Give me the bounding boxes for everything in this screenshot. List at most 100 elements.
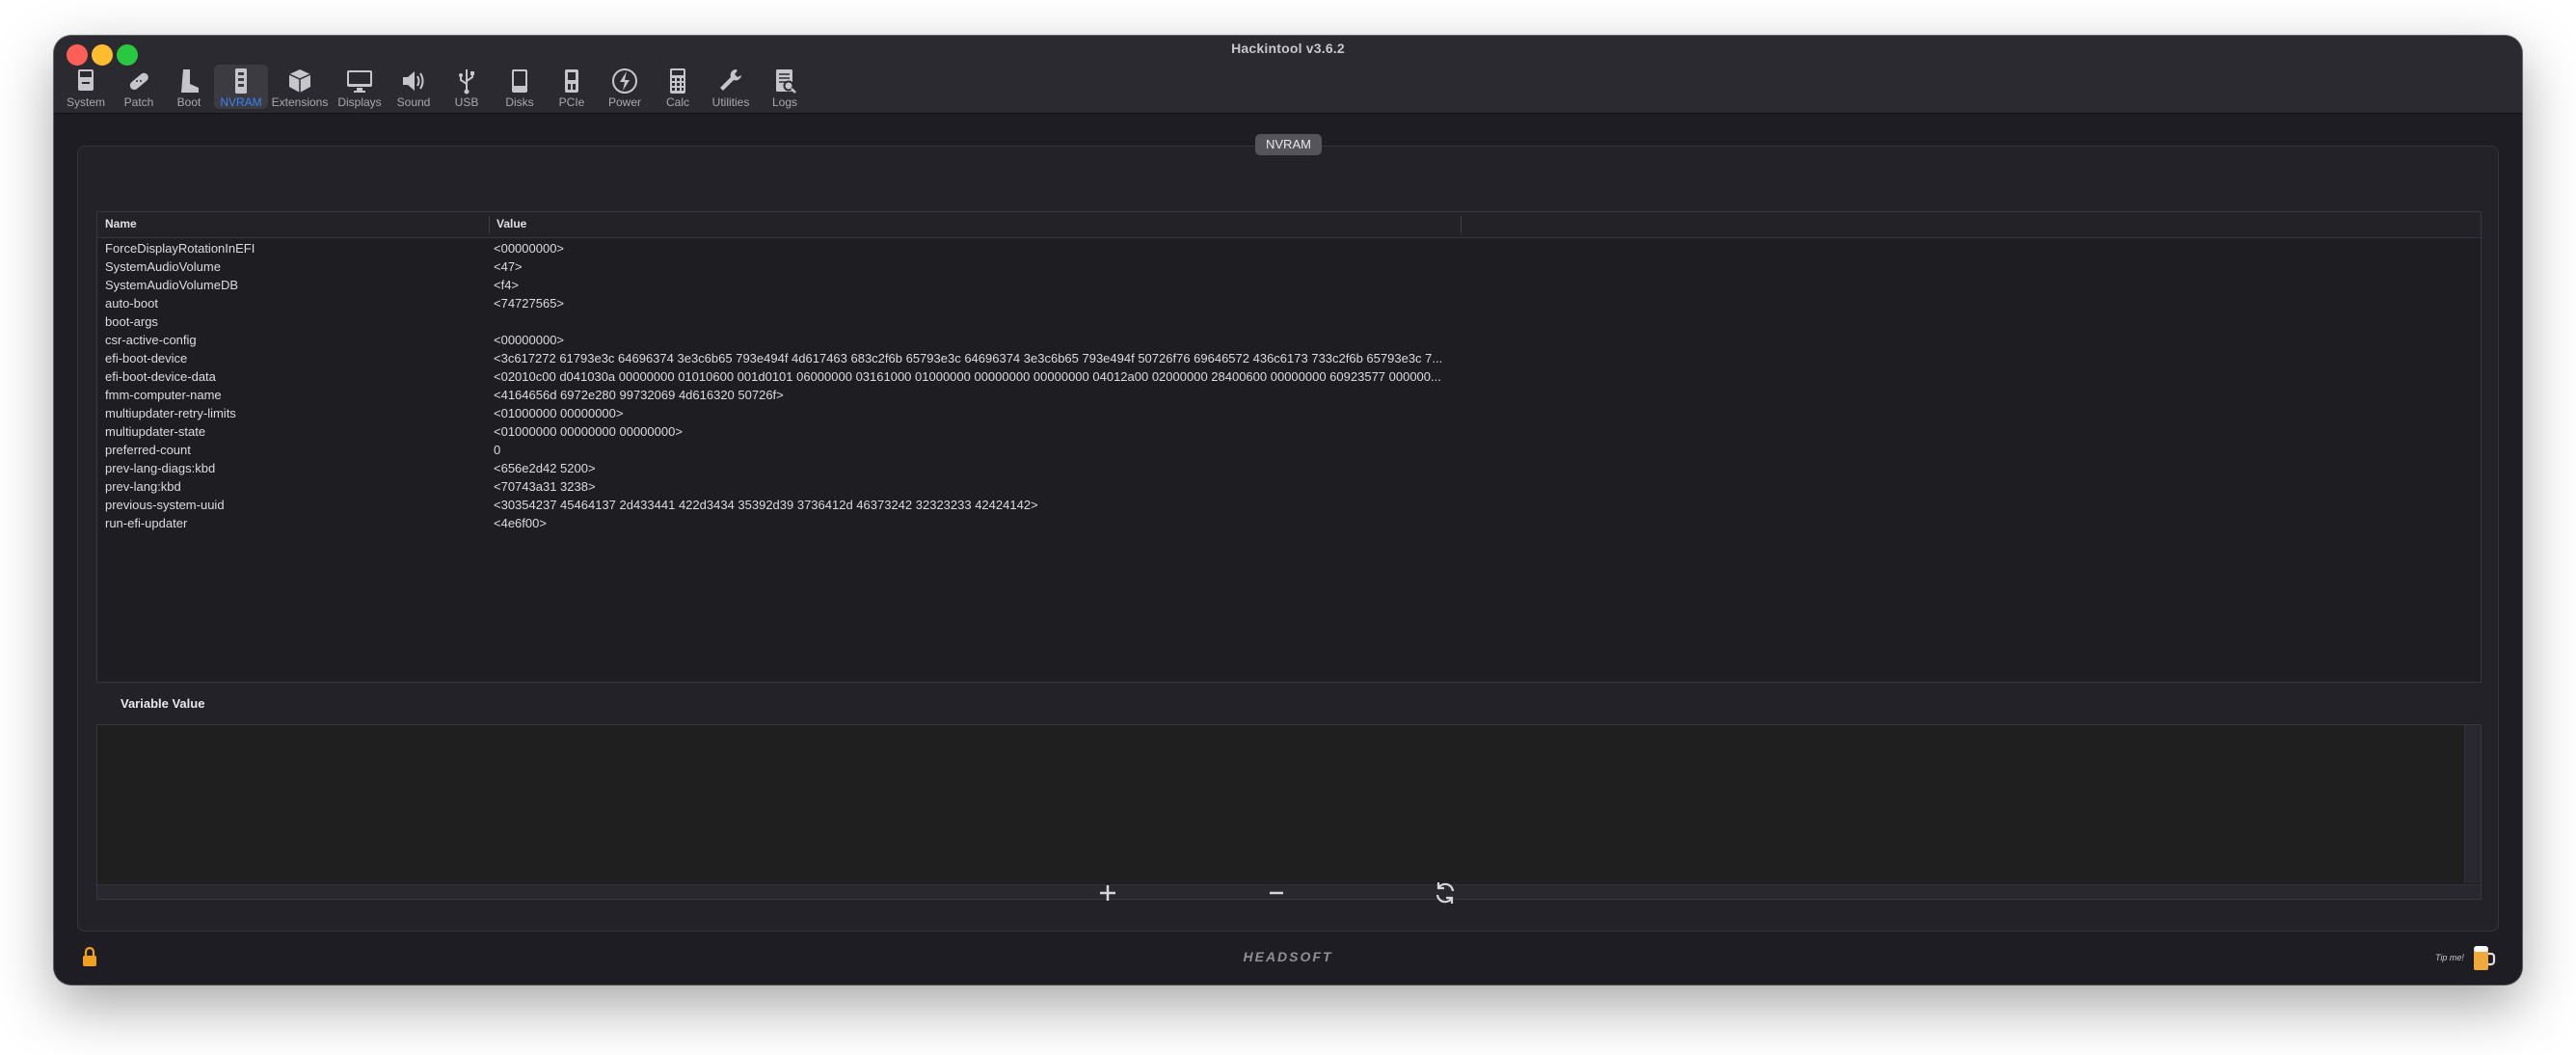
toolbar-displays[interactable]: Displays xyxy=(332,65,388,109)
toolbar-disks[interactable]: Disks xyxy=(494,65,546,109)
cell-value: <4e6f00> xyxy=(494,516,547,530)
extensions-icon xyxy=(285,68,314,95)
toolbar-boot[interactable]: Boot xyxy=(164,65,214,109)
refresh-icon xyxy=(1436,882,1455,904)
cell-name: multiupdater-retry-limits xyxy=(105,406,236,420)
cell-name: SystemAudioVolumeDB xyxy=(105,278,239,292)
logs-icon xyxy=(770,68,799,95)
cell-name: boot-args xyxy=(105,314,158,329)
cell-value: <01000000 00000000> xyxy=(494,406,624,420)
table-row[interactable]: multiupdater-retry-limits <01000000 00000… xyxy=(97,404,2481,422)
cell-name: prev-lang-diags:kbd xyxy=(105,461,216,475)
beer-icon xyxy=(2474,946,2496,970)
cell-value: <00000000> xyxy=(494,333,565,347)
cell-value: <f4> xyxy=(494,278,520,292)
column-header-value[interactable]: Value xyxy=(496,217,526,230)
variable-value-label: Variable Value xyxy=(121,696,205,711)
table-row[interactable]: prev-lang-diags:kbd <656e2d42 5200> xyxy=(97,459,2481,477)
boot-icon xyxy=(174,68,203,95)
cell-name: fmm-computer-name xyxy=(105,388,222,402)
toolbar-usb[interactable]: USB xyxy=(440,65,494,109)
pcie-icon xyxy=(557,68,586,95)
nvram-group-title: NVRAM xyxy=(1255,134,1322,155)
column-header-name[interactable]: Name xyxy=(105,217,137,230)
nvram-content: Variable Value NVRAM Name Value ForceDis… xyxy=(54,114,2522,985)
titlebar: Hackintool v3.6.2 System Patch Boot NVRA… xyxy=(54,36,2522,114)
variable-value-field[interactable] xyxy=(96,724,2482,900)
toolbar-calc[interactable]: Calc xyxy=(652,65,704,109)
cell-name: csr-active-config xyxy=(105,333,197,347)
cell-value: <47> xyxy=(494,259,523,274)
column-separator[interactable] xyxy=(489,216,490,233)
toolbar-sound[interactable]: Sound xyxy=(388,65,440,109)
cell-value: <01000000 00000000 00000000> xyxy=(494,424,683,439)
lock-button[interactable] xyxy=(81,946,98,967)
headsoft-logo: HEADSOFT xyxy=(1243,949,1333,964)
add-button[interactable] xyxy=(1093,879,1122,907)
cell-name: run-efi-updater xyxy=(105,516,188,530)
patch-icon xyxy=(124,68,153,95)
vertical-scrollbar[interactable] xyxy=(2464,725,2481,883)
cell-value: <74727565> xyxy=(494,296,565,311)
refresh-button[interactable] xyxy=(1431,879,1460,907)
cell-value: 0 xyxy=(494,443,501,457)
cell-value: <656e2d42 5200> xyxy=(494,461,596,475)
nvram-table[interactable]: Name Value ForceDisplayRotationInEFI <000… xyxy=(96,211,2482,683)
remove-button[interactable] xyxy=(1262,879,1291,907)
cell-name: multiupdater-state xyxy=(105,424,206,439)
toolbar-utilities[interactable]: Utilities xyxy=(704,65,758,109)
window-title: Hackintool v3.6.2 xyxy=(1231,41,1345,56)
plus-icon xyxy=(1100,885,1115,901)
cell-name: ForceDisplayRotationInEFI xyxy=(105,241,255,256)
sound-icon xyxy=(399,68,428,95)
table-row[interactable]: multiupdater-state <01000000 00000000 000… xyxy=(97,422,2481,441)
toolbar-system[interactable]: System xyxy=(58,65,114,109)
column-separator[interactable] xyxy=(1461,216,1462,233)
table-row[interactable]: preferred-count 0 xyxy=(97,441,2481,459)
disks-icon xyxy=(505,68,534,95)
table-row[interactable]: SystemAudioVolumeDB <f4> xyxy=(97,276,2481,294)
cell-value: <00000000> xyxy=(494,241,565,256)
table-header: Name Value xyxy=(97,212,2481,238)
displays-icon xyxy=(345,68,374,95)
cell-value: <02010c00 d041030a 00000000 01010600 001… xyxy=(494,369,1441,384)
utilities-icon xyxy=(716,68,745,95)
tip-button[interactable] xyxy=(2471,943,2496,972)
nvram-icon xyxy=(227,68,255,95)
toolbar-nvram[interactable]: NVRAM xyxy=(214,65,268,109)
table-row[interactable]: SystemAudioVolume <47> xyxy=(97,257,2481,276)
tip-label[interactable]: Tip me! xyxy=(2435,953,2464,962)
cell-value: <4164656d 6972e280 99732069 4d616320 507… xyxy=(494,388,784,402)
toolbar-extensions[interactable]: Extensions xyxy=(268,65,332,109)
toolbar-pcie[interactable]: PCIe xyxy=(546,65,598,109)
cell-name: auto-boot xyxy=(105,296,158,311)
calc-icon xyxy=(663,68,692,95)
table-row[interactable]: efi-boot-device-data <02010c00 d041030a 0… xyxy=(97,367,2481,386)
table-row[interactable]: efi-boot-device <3c617272 61793e3c 646963… xyxy=(97,349,2481,367)
table-row[interactable]: auto-boot <74727565> xyxy=(97,294,2481,312)
system-icon xyxy=(71,68,100,95)
table-row[interactable]: csr-active-config <00000000> xyxy=(97,331,2481,349)
cell-name: efi-boot-device-data xyxy=(105,369,216,384)
usb-icon xyxy=(452,68,481,95)
toolbar-patch[interactable]: Patch xyxy=(114,65,164,109)
table-row[interactable]: fmm-computer-name <4164656d 6972e280 9973… xyxy=(97,386,2481,404)
cell-name: efi-boot-device xyxy=(105,351,188,365)
lock-icon xyxy=(83,946,96,966)
table-row[interactable]: boot-args xyxy=(97,312,2481,331)
table-row[interactable]: ForceDisplayRotationInEFI <00000000> xyxy=(97,239,2481,257)
toolbar-power[interactable]: Power xyxy=(598,65,652,109)
app-window: Hackintool v3.6.2 System Patch Boot NVRA… xyxy=(54,36,2522,985)
cell-name: prev-lang:kbd xyxy=(105,479,181,494)
table-row[interactable]: prev-lang:kbd <70743a31 3238> xyxy=(97,477,2481,496)
cell-name: preferred-count xyxy=(105,443,191,457)
toolbar-logs[interactable]: Logs xyxy=(758,65,812,109)
cell-name: SystemAudioVolume xyxy=(105,259,221,274)
cell-name: previous-system-uuid xyxy=(105,498,225,512)
table-row[interactable]: previous-system-uuid <30354237 45464137 2… xyxy=(97,496,2481,514)
cell-value: <30354237 45464137 2d433441 422d3434 353… xyxy=(494,498,1038,512)
cell-value: <3c617272 61793e3c 64696374 3e3c6b65 793… xyxy=(494,351,1443,365)
minus-icon xyxy=(1270,891,1283,895)
power-icon xyxy=(610,68,639,95)
table-row[interactable]: run-efi-updater <4e6f00> xyxy=(97,514,2481,532)
